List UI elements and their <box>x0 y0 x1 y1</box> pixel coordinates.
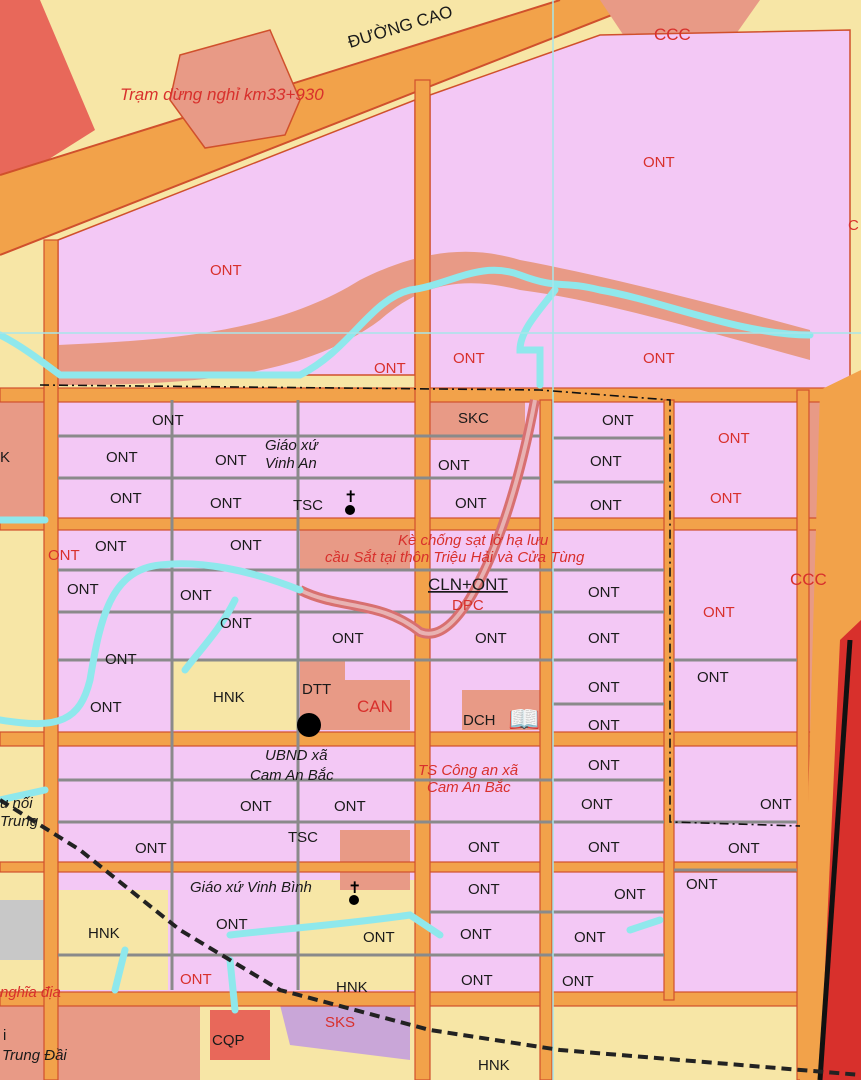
tsc-top-label: TSC <box>293 497 323 514</box>
bottom-left-label-1: i <box>3 1027 6 1044</box>
tsc-bottom-label: TSC <box>288 829 318 846</box>
cqp-label: CQP <box>212 1032 245 1049</box>
ont-label: ONT <box>710 490 742 507</box>
ont-label: ONT <box>475 630 507 647</box>
rest-stop-label: Trạm dừng nghỉ km33+930 <box>120 85 324 104</box>
ont-label: ONT <box>581 796 613 813</box>
church-vinh-binh-label: Giáo xứ Vinh Bình <box>190 879 312 896</box>
church-vinh-an-marker <box>345 505 355 515</box>
bottom-left-label-2: Trung Đầi <box>2 1047 67 1064</box>
ont-label: ONT <box>643 350 675 367</box>
ont-label: ONT <box>614 886 646 903</box>
c-edge-label: C <box>848 217 859 234</box>
embankment-label-2: cầu Sắt tại thôn Triệu Hải và Cửa Tùng <box>325 549 585 566</box>
ont-label: ONT <box>334 798 366 815</box>
dch-label: DCH <box>463 712 496 729</box>
ont-label: ONT <box>461 972 493 989</box>
ont-label: ONT <box>588 630 620 647</box>
ont-label: ONT <box>590 497 622 514</box>
ont-label: ONT <box>588 679 620 696</box>
dpc-label: DPC <box>452 597 484 614</box>
ont-label: ONT <box>180 971 212 988</box>
ont-label: ONT <box>468 839 500 856</box>
ont-label: ONT <box>574 929 606 946</box>
ont-label: ONT <box>105 651 137 668</box>
hnk-left-label: HNK <box>88 925 120 942</box>
skc-label: SKC <box>458 410 489 427</box>
ont-label: ONT <box>718 430 750 447</box>
ont-label: ONT <box>220 615 252 632</box>
ont-label: ONT <box>215 452 247 469</box>
ccc-right-label: CCC <box>790 570 827 589</box>
ont-label: ONT <box>230 537 262 554</box>
left-gray-zone <box>0 900 45 960</box>
land-use-map[interactable]: ✝ ✝ 📖 ĐƯỜNG CAO Trạm dừng nghỉ km33+930 … <box>0 0 861 1080</box>
hnk-bottom2-label: HNK <box>478 1057 510 1074</box>
ont-label: ONT <box>460 926 492 943</box>
ont-label: ONT <box>438 457 470 474</box>
ont-label: ONT <box>643 154 675 171</box>
ont-label: ONT <box>588 584 620 601</box>
ont-label: ONT <box>602 412 634 429</box>
sks-label: SKS <box>325 1014 355 1031</box>
ubnd-label-1: UBND xã <box>265 747 328 764</box>
ont-label: ONT <box>180 587 212 604</box>
ont-label: ONT <box>95 538 127 555</box>
ubnd-label-2: Cam An Bắc <box>250 767 334 784</box>
ont-label: ONT <box>48 547 80 564</box>
cross-icon-2: ✝ <box>348 880 361 897</box>
ont-label: ONT <box>332 630 364 647</box>
ont-label: ONT <box>110 490 142 507</box>
ont-label: ONT <box>210 262 242 279</box>
ont-label: ONT <box>686 876 718 893</box>
ont-label: ONT <box>152 412 184 429</box>
police-label-1: TS Công an xã <box>418 762 519 779</box>
ont-label: ONT <box>468 881 500 898</box>
ont-label: ONT <box>588 717 620 734</box>
ont-label: ONT <box>106 449 138 466</box>
ont-label: ONT <box>562 973 594 990</box>
ont-label: ONT <box>588 839 620 856</box>
ont-label: ONT <box>240 798 272 815</box>
church-vinh-an-label-2: Vinh An <box>265 455 317 472</box>
ont-label: ONT <box>216 916 248 933</box>
ont-label: ONT <box>210 495 242 512</box>
cln-ont-label: CLN+ONT <box>428 575 508 594</box>
ont-label: ONT <box>728 840 760 857</box>
ont-label: ONT <box>590 453 622 470</box>
ubnd-marker <box>297 713 321 737</box>
ont-label: ONT <box>363 929 395 946</box>
ont-label: ONT <box>453 350 485 367</box>
ont-label: ONT <box>760 796 792 813</box>
connector-label-2: Trung <box>0 813 39 830</box>
can-label: CAN <box>357 697 393 716</box>
ccc-top-label: CCC <box>654 25 691 44</box>
ont-label: ONT <box>703 604 735 621</box>
cemetery-label: nghĩa địa <box>0 984 61 1001</box>
ont-label: ONT <box>90 699 122 716</box>
hnk-bottom-label: HNK <box>336 979 368 996</box>
dtt-label: DTT <box>302 681 331 698</box>
book-icon: 📖 <box>508 704 540 734</box>
hnk-mid-label: HNK <box>213 689 245 706</box>
ont-label: ONT <box>67 581 99 598</box>
k-edge-label: K <box>0 449 10 466</box>
ont-label: ONT <box>697 669 729 686</box>
ont-label: ONT <box>455 495 487 512</box>
ont-label: ONT <box>135 840 167 857</box>
map-canvas: ✝ ✝ 📖 ĐƯỜNG CAO Trạm dừng nghỉ km33+930 … <box>0 0 861 1080</box>
embankment-label-1: Kè chống sạt lở hạ lưu <box>398 532 549 549</box>
church-vinh-an-label-1: Giáo xứ <box>265 437 319 454</box>
bottom-left-zone <box>0 1000 200 1080</box>
police-label-2: Cam An Bắc <box>427 779 511 796</box>
connector-label-1: u nối <box>0 795 33 812</box>
cross-icon: ✝ <box>344 489 357 506</box>
ont-label: ONT <box>588 757 620 774</box>
ont-label: ONT <box>374 360 406 377</box>
